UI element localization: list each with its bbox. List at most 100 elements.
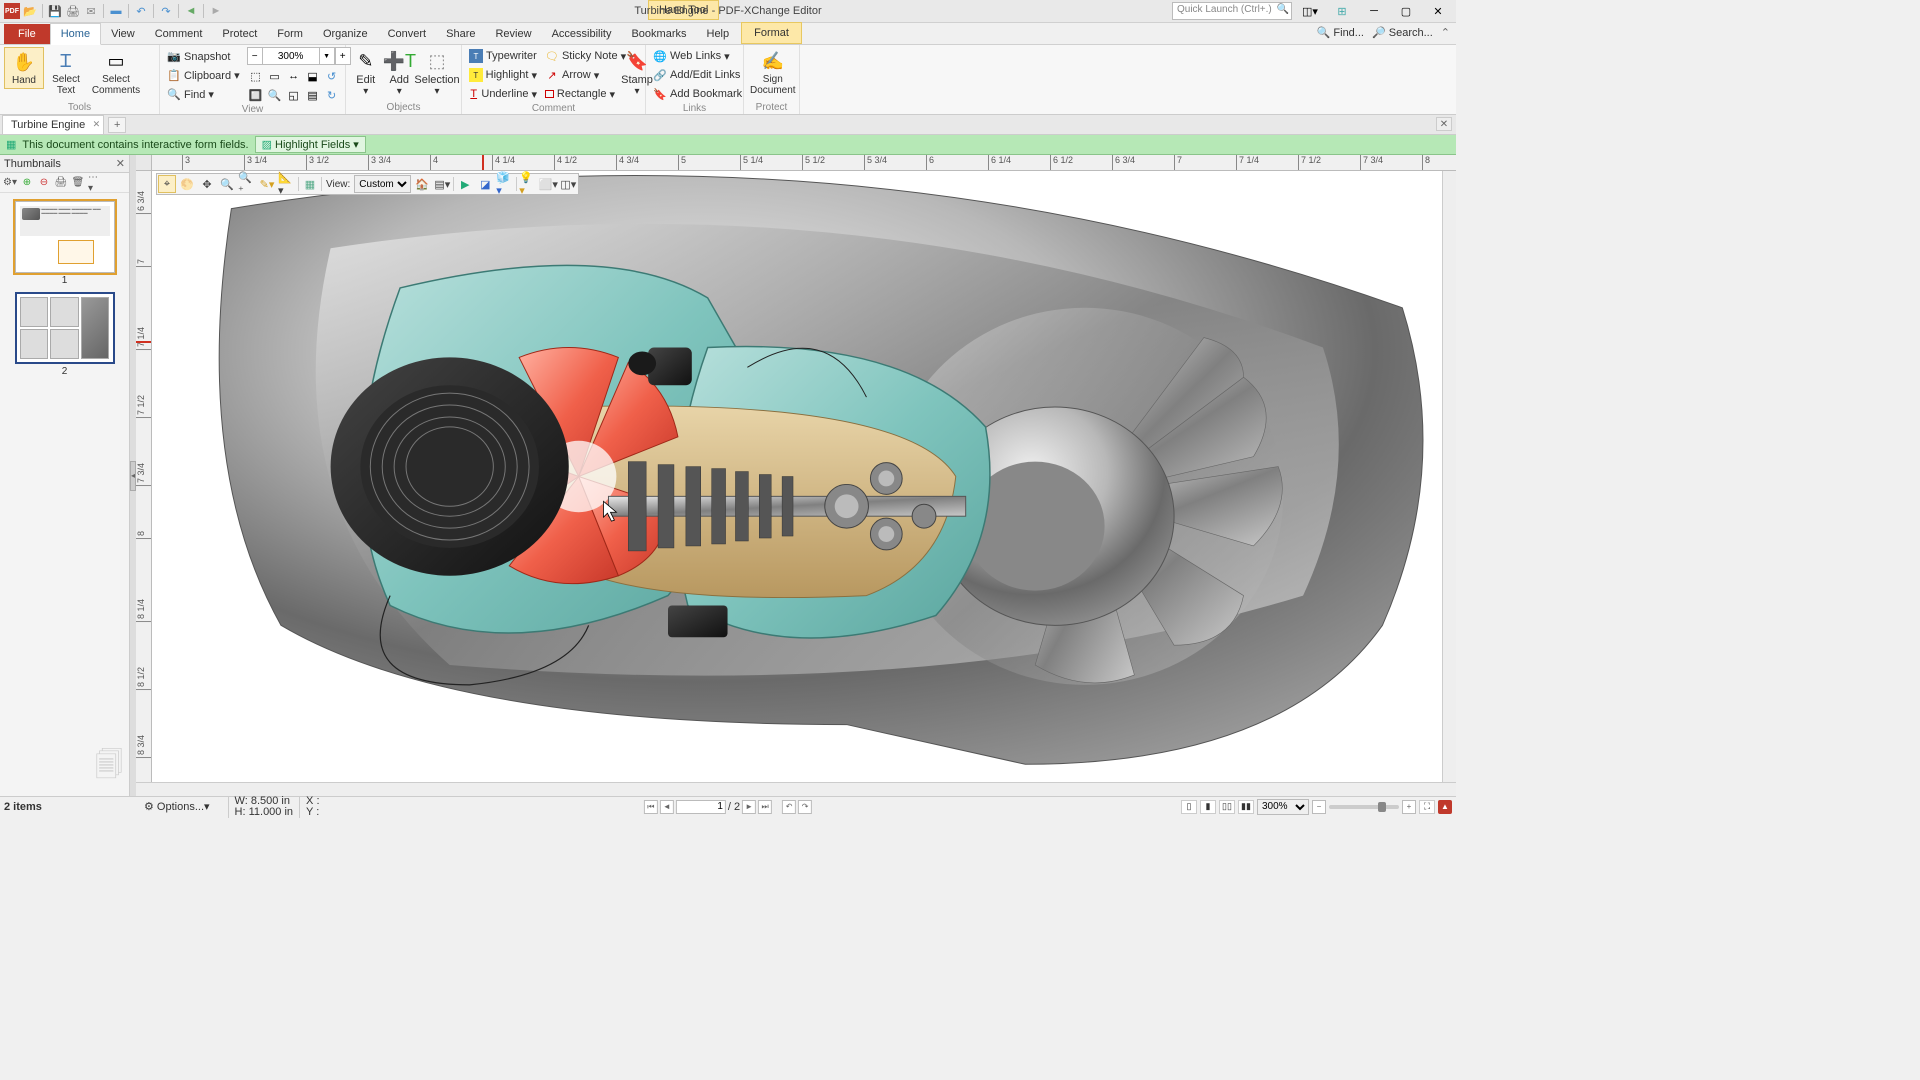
email-icon[interactable]: ✉ — [83, 3, 99, 19]
fit-width-icon[interactable]: ↔ — [285, 67, 303, 85]
undo-icon[interactable]: ↶ — [133, 3, 149, 19]
thumbnails-list[interactable]: ▬▬▬ ▬▬▬▬ ▬▬▬ ▬▬▬▬▬ ▬▬ ▬▬▬▬ ▬▬▬ ▬▬▬▬ 1 — [0, 193, 129, 796]
collapse-ribbon-icon[interactable]: ⌃ — [1441, 26, 1450, 39]
add-bookmark-button[interactable]: 🔖Add Bookmark — [650, 85, 745, 103]
add-button[interactable]: ➕TAdd▾ — [384, 47, 416, 99]
measure-icon[interactable]: 📐▾ — [278, 175, 296, 193]
typewriter-button[interactable]: TTypewriter — [466, 47, 540, 65]
search-button[interactable]: 🔎 Search... — [1372, 26, 1433, 39]
fullscreen-icon[interactable]: ⛶ — [1419, 800, 1435, 814]
zoom-status-select[interactable]: 300% — [1257, 799, 1309, 815]
close-thumbnails-icon[interactable]: ✕ — [116, 157, 125, 170]
zoom-in-status-button[interactable]: + — [1402, 800, 1416, 814]
highlight-fields-button[interactable]: ▨Highlight Fields ▾ — [255, 136, 366, 153]
add-edit-links-button[interactable]: 🔗Add/Edit Links — [650, 66, 745, 84]
home-view-icon[interactable]: ⌖ — [158, 175, 176, 193]
tab-share[interactable]: Share — [436, 24, 485, 44]
web-links-button[interactable]: 🌐Web Links ▾ — [650, 47, 745, 65]
next-page-button[interactable]: ► — [742, 800, 756, 814]
single-page-icon[interactable]: ▯ — [1181, 800, 1197, 814]
select-text-button[interactable]: ᏆSelect Text — [46, 47, 86, 98]
tab-form[interactable]: Form — [267, 24, 313, 44]
horizontal-ruler[interactable]: 33 1/43 1/23 3/444 1/44 1/24 3/455 1/45 … — [152, 155, 1456, 171]
close-tab-icon[interactable]: ✕ — [93, 119, 101, 130]
fit-page-icon[interactable]: ▭ — [266, 67, 284, 85]
highlight-button[interactable]: THighlight▾ — [466, 66, 540, 84]
views-menu-icon[interactable]: ▤▾ — [433, 175, 451, 193]
document-tab[interactable]: Turbine Engine✕ — [2, 115, 104, 134]
minimize-button[interactable]: ─ — [1360, 2, 1388, 20]
zoom-out-button[interactable]: − — [247, 47, 263, 65]
page-view[interactable]: ⌖ 🌕 ✥ 🔍 🔍⁺ ✎▾ 📐▾ ▦ View: Custom 🏠 ▤▾ ▶ — [152, 171, 1442, 782]
select-comments-button[interactable]: ▭Select Comments — [88, 47, 144, 98]
thumb-delete-icon[interactable]: 🗑 — [71, 176, 85, 190]
thumbnail-page-1[interactable]: ▬▬▬ ▬▬▬▬ ▬▬▬ ▬▬▬▬▬ ▬▬ ▬▬▬▬ ▬▬▬ ▬▬▬▬ 1 — [15, 201, 115, 286]
clipboard-button[interactable]: 📋Clipboard ▾ — [164, 67, 243, 85]
two-page-icon[interactable]: ▯▯ — [1219, 800, 1235, 814]
walk-icon[interactable]: 🔍⁺ — [238, 175, 256, 193]
tab-organize[interactable]: Organize — [313, 24, 378, 44]
marquee-zoom-icon[interactable]: ✎▾ — [258, 175, 276, 193]
continuous-icon[interactable]: ▮ — [1200, 800, 1216, 814]
find-button[interactable]: 🔍 Find... — [1317, 26, 1364, 39]
horizontal-scrollbar[interactable] — [136, 782, 1456, 796]
selection-button[interactable]: ⬚Selection▾ — [417, 47, 457, 99]
first-page-button[interactable]: ⏮ — [644, 800, 658, 814]
tab-convert[interactable]: Convert — [378, 24, 437, 44]
tab-review[interactable]: Review — [485, 24, 541, 44]
vertical-ruler[interactable]: 6 3/477 1/47 1/27 3/488 1/48 1/28 3/4 — [136, 171, 152, 782]
tab-file[interactable]: File — [4, 24, 50, 44]
status-options-button[interactable]: ⚙ Options...▾ — [144, 800, 210, 813]
tab-protect[interactable]: Protect — [212, 24, 267, 44]
thumb-reduce-icon[interactable]: ⊖ — [37, 176, 51, 190]
tab-help[interactable]: Help — [697, 24, 740, 44]
tab-accessibility[interactable]: Accessibility — [542, 24, 622, 44]
last-page-button[interactable]: ⏭ — [758, 800, 772, 814]
forward-icon[interactable]: ► — [208, 3, 224, 19]
maximize-button[interactable]: ▢ — [1392, 2, 1420, 20]
pdf-badge-icon[interactable]: ▲ — [1438, 800, 1452, 814]
tab-bookmarks[interactable]: Bookmarks — [621, 24, 696, 44]
rotate-icon[interactable]: 🌕 — [178, 175, 196, 193]
rectangle-button[interactable]: Rectangle▾ — [542, 85, 618, 103]
find-mini-button[interactable]: 🔍Find ▾ — [164, 86, 243, 104]
save-icon[interactable]: 💾 — [47, 3, 63, 19]
rotate-cw-icon[interactable]: ↻ — [323, 86, 341, 104]
prev-view-button[interactable]: ↶ — [782, 800, 796, 814]
tab-comment[interactable]: Comment — [145, 24, 213, 44]
rotate-ccw-icon[interactable]: ↺ — [323, 67, 341, 85]
zoom-3d-icon[interactable]: 🔍 — [218, 175, 236, 193]
lighting-icon[interactable]: 💡▾ — [519, 175, 537, 193]
render-mode-icon[interactable]: 🧊▾ — [496, 175, 514, 193]
projection-icon[interactable]: ◪ — [476, 175, 494, 193]
cross-section-icon[interactable]: ◫▾ — [559, 175, 577, 193]
snapshot-button[interactable]: 📷Snapshot — [164, 48, 243, 66]
open-icon[interactable]: 📂 — [22, 3, 38, 19]
zoom-marquee-icon[interactable]: 🔲 — [247, 86, 265, 104]
tab-view[interactable]: View — [101, 24, 145, 44]
actual-size-icon[interactable]: ⬚ — [247, 67, 265, 85]
back-icon[interactable]: ◄ — [183, 3, 199, 19]
prev-page-button[interactable]: ◄ — [660, 800, 674, 814]
two-continuous-icon[interactable]: ▮▮ — [1238, 800, 1254, 814]
scan-icon[interactable]: ▬ — [108, 3, 124, 19]
default-view-icon[interactable]: 🏠 — [413, 175, 431, 193]
hand-tool-button[interactable]: ✋Hand — [4, 47, 44, 89]
tab-format[interactable]: Format — [741, 22, 802, 44]
turbine-engine-3d-model[interactable] — [152, 171, 1442, 782]
sticky-note-button[interactable]: 🗨Sticky Note▾ — [542, 47, 618, 65]
arrow-button[interactable]: ↗Arrow▾ — [542, 66, 618, 84]
page-input[interactable] — [676, 800, 726, 814]
print-icon[interactable]: 🖨 — [65, 3, 81, 19]
close-all-tabs-button[interactable]: ✕ — [1436, 117, 1452, 131]
edit-button[interactable]: ✎Edit▾ — [350, 47, 382, 99]
zoom-input[interactable] — [263, 47, 319, 65]
launch-icon[interactable]: ⊞ — [1328, 2, 1356, 20]
vertical-scrollbar[interactable] — [1442, 171, 1456, 782]
zoom-slider[interactable] — [1329, 805, 1399, 809]
quick-launch-input[interactable]: Quick Launch (Ctrl+.) — [1172, 2, 1292, 20]
zoom-out-status-button[interactable]: − — [1312, 800, 1326, 814]
thumb-props-icon[interactable]: ⋯▾ — [88, 176, 102, 190]
underline-button[interactable]: TUnderline▾ — [466, 85, 540, 103]
ui-options-icon[interactable]: ◫▾ — [1296, 2, 1324, 20]
